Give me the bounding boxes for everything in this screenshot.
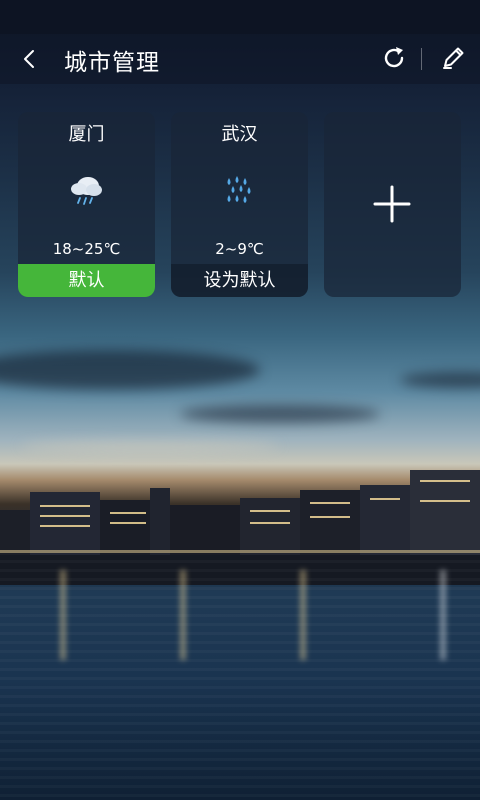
add-city-card[interactable] <box>324 112 461 297</box>
refresh-icon[interactable] <box>380 44 408 72</box>
city-card-xiamen[interactable]: 厦门 18~25℃ 默认 <box>18 112 155 297</box>
temperature-range: 2~9℃ <box>215 240 264 258</box>
header-divider <box>421 48 422 70</box>
default-badge[interactable]: 默认 <box>18 264 155 297</box>
city-card-list: 厦门 18~25℃ 默认 武汉 2~9℃ 设为默认 <box>18 112 462 298</box>
rain-cloud-icon <box>71 177 102 205</box>
screen: 城市管理 厦门 18~25℃ 默认 武汉 2~9℃ 设为默认 <box>0 0 480 800</box>
header-bar: 城市管理 <box>0 34 480 84</box>
background-cloud <box>20 440 280 452</box>
water-reflection <box>0 560 480 800</box>
set-default-button[interactable]: 设为默认 <box>171 264 308 297</box>
light-reflection <box>60 570 66 660</box>
back-chevron-icon[interactable] <box>14 44 44 74</box>
city-card-wuhan[interactable]: 武汉 2~9℃ 设为默认 <box>171 112 308 297</box>
light-reflection <box>300 570 306 660</box>
background-cloud <box>400 372 480 388</box>
background-cloud <box>180 405 380 423</box>
city-name: 厦门 <box>68 124 105 145</box>
plus-icon <box>373 185 411 223</box>
page-title: 城市管理 <box>64 50 160 76</box>
temperature-range: 18~25℃ <box>52 240 121 258</box>
pencil-icon[interactable] <box>440 44 466 72</box>
light-reflection <box>440 570 446 660</box>
background-cloud <box>0 350 260 390</box>
status-bar <box>0 0 480 34</box>
heavy-rain-icon <box>227 176 251 203</box>
light-reflection <box>180 570 186 660</box>
city-name: 武汉 <box>221 124 258 145</box>
